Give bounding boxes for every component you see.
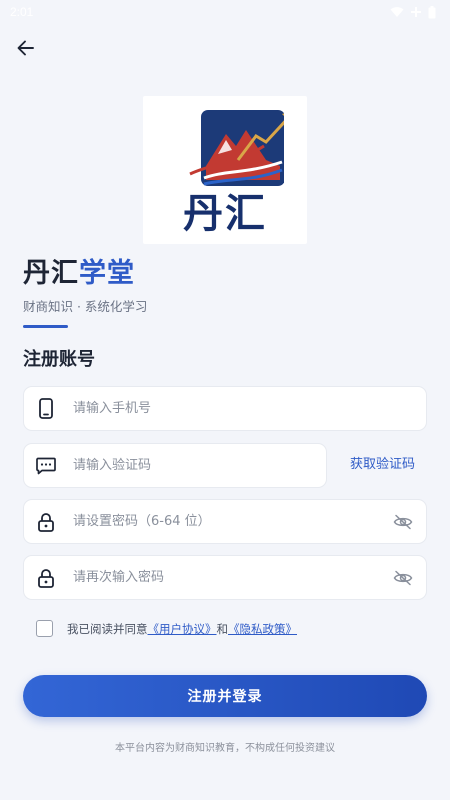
- brand-subtitle: 财商知识 · 系统化学习: [23, 299, 148, 314]
- phone-input[interactable]: [73, 387, 373, 430]
- user-agreement-link[interactable]: 《用户协议》: [148, 621, 217, 637]
- agreement-row: 我已阅读并同意 《用户协议》 和 《隐私政策》: [36, 620, 297, 637]
- arrow-left-icon: [16, 38, 36, 62]
- status-icons: [390, 5, 436, 19]
- back-button[interactable]: [12, 36, 40, 64]
- form-title: 注册账号: [23, 349, 95, 370]
- wifi-icon: [390, 6, 404, 18]
- logo-mountain-icon: [189, 110, 284, 186]
- lock-icon: [36, 512, 56, 532]
- agreement-conjunction: 和: [216, 621, 229, 636]
- password-input[interactable]: [73, 500, 373, 543]
- signal-icon: [410, 6, 422, 18]
- eye-off-icon[interactable]: [392, 567, 414, 589]
- status-time: 2:01: [10, 5, 34, 19]
- register-login-button[interactable]: 注册并登录: [23, 675, 427, 717]
- battery-icon: [428, 5, 436, 19]
- message-icon: [36, 456, 56, 476]
- agreement-prefix: 我已阅读并同意: [67, 621, 148, 636]
- privacy-policy-link[interactable]: 《隐私政策》: [228, 621, 297, 637]
- brand-underline: [23, 325, 68, 328]
- get-code-button[interactable]: 获取验证码: [350, 455, 415, 475]
- confirm-password-field: [23, 555, 427, 600]
- logo-text: 丹汇: [183, 191, 267, 237]
- password-field: [23, 499, 427, 544]
- code-field: [23, 443, 327, 488]
- phone-field: [23, 386, 427, 431]
- brand-title-main: 丹汇: [23, 258, 79, 289]
- agreement-checkbox[interactable]: [36, 620, 53, 637]
- status-bar: 2:01: [0, 0, 450, 24]
- brand-title-accent: 学堂: [79, 258, 135, 289]
- confirm-password-input[interactable]: [73, 556, 373, 599]
- brand-title: 丹汇学堂: [23, 256, 135, 292]
- disclaimer: 本平台内容为财商知识教育，不构成任何投资建议: [115, 743, 335, 754]
- app-logo: 丹汇: [143, 96, 307, 244]
- eye-off-icon[interactable]: [392, 511, 414, 533]
- code-input[interactable]: [73, 444, 283, 487]
- phone-icon: [36, 398, 56, 419]
- lock-icon: [36, 568, 56, 588]
